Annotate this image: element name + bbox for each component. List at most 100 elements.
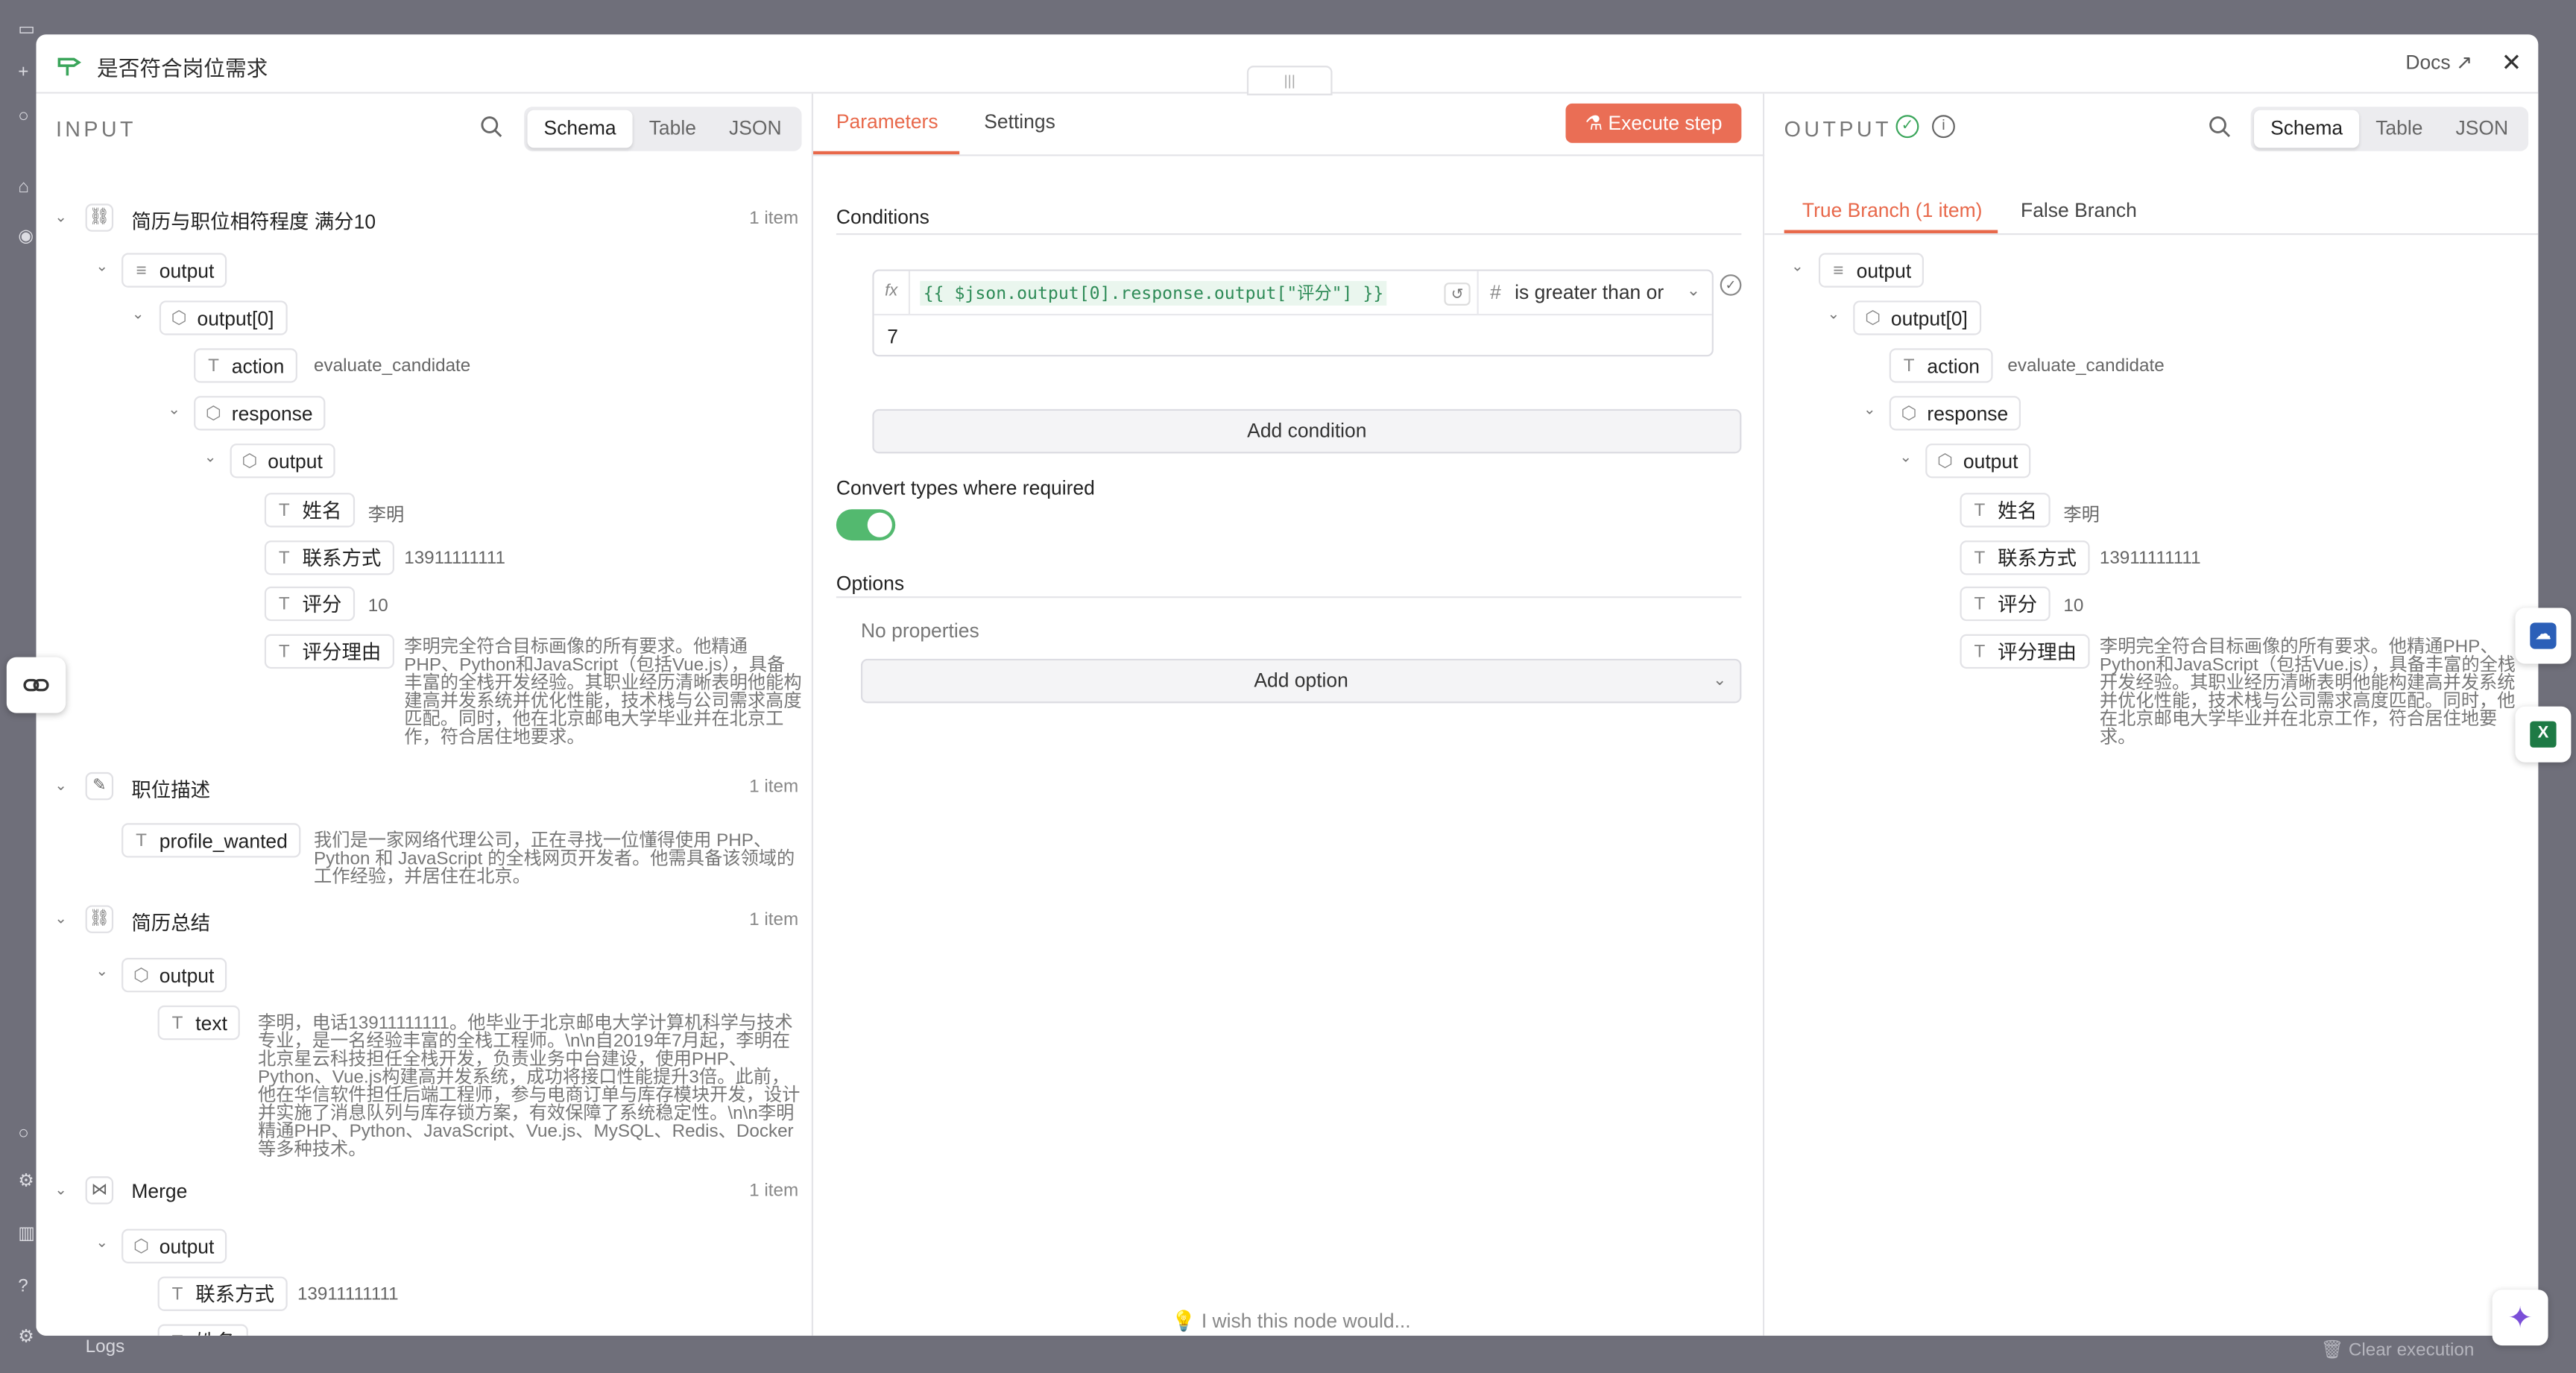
text-type-icon: T [1974, 641, 1986, 662]
condition-expression-input[interactable]: {{ $json.output[0].response.output["评分"]… [920, 280, 1387, 306]
sidebar-toggle-icon[interactable]: ▭ [18, 19, 37, 39]
execute-step-button[interactable]: ⚗ Execute step [1565, 103, 1742, 143]
tab-true-branch[interactable]: True Branch (1 item) [1802, 199, 1983, 222]
condition-row: fx {{ $json.output[0].response.output["评… [872, 269, 1714, 357]
tab-schema[interactable]: Schema [2254, 110, 2360, 148]
help-icon[interactable]: ○ [18, 1124, 37, 1143]
schema-field[interactable]: T姓名 [264, 493, 356, 528]
parameters-panel: Parameters Settings ⚗ Execute step Condi… [811, 93, 1767, 1336]
field-value: 李明完全符合目标画像的所有要求。他精通PHP、Python和JavaScript… [404, 637, 802, 748]
field-value: 李明 [367, 505, 405, 526]
excel-icon: X [2530, 721, 2557, 748]
logs-label[interactable]: Logs [86, 1337, 125, 1357]
settings-icon[interactable]: ⚙ [18, 1172, 37, 1191]
plus-icon[interactable]: + [18, 63, 37, 82]
tab-json[interactable]: JSON [713, 110, 798, 148]
schema-field[interactable]: T 联系方式 [1960, 540, 2090, 575]
chevron-down-icon[interactable]: ⌄ [1898, 449, 1914, 467]
excel-extension-button[interactable]: X [2515, 706, 2572, 763]
cube-icon: ⬡ [1901, 404, 1917, 424]
add-condition-button[interactable]: Add condition [872, 408, 1742, 454]
schema-field[interactable]: T 评分理由 [264, 634, 395, 669]
chevron-down-icon[interactable]: ⌄ [53, 1181, 69, 1199]
gear-icon[interactable]: ⚙ [18, 1328, 37, 1347]
add-option-select[interactable]: Add option ⌄ [860, 658, 1742, 704]
schema-field[interactable]: Taction [194, 348, 298, 383]
feedback-link[interactable]: 💡 I wish this node would... [1172, 1310, 1411, 1333]
schema-field[interactable]: ⬡ output [121, 1228, 227, 1263]
chevron-down-icon[interactable]: ⌄ [53, 910, 69, 928]
node-modal: 是否符合岗位需求 Docs ↗ ✕ INPUT Schema Table JSO… [36, 34, 2539, 1336]
reset-icon[interactable]: ↺ [1444, 283, 1471, 306]
docs-link[interactable]: Docs ↗ [2405, 51, 2472, 74]
cloud-extension-button[interactable]: ☁ [2515, 607, 2572, 664]
panel-drag-handle[interactable]: ||| [1246, 66, 1333, 95]
chevron-down-icon[interactable]: ⌄ [1861, 401, 1878, 419]
schema-field[interactable]: T 联系方式 [157, 1276, 288, 1311]
chevron-down-icon[interactable]: ⌄ [202, 449, 218, 467]
schema-field[interactable]: ⬡ output [1925, 444, 2032, 479]
schema-field[interactable]: ⬡ response [194, 396, 326, 431]
chevron-down-icon[interactable]: ⌄ [130, 306, 146, 323]
schema-field[interactable]: ⬡ output [121, 957, 227, 993]
schema-field[interactable]: Ttext [157, 1005, 241, 1041]
schema-field[interactable]: T姓名 [1960, 493, 2051, 528]
info-icon[interactable]: i [1932, 115, 1955, 139]
schema-field[interactable]: ⬡ output [230, 444, 336, 479]
tab-json[interactable]: JSON [2439, 110, 2525, 148]
if-node-icon [57, 57, 81, 76]
schema-field[interactable]: Taction [1889, 348, 1993, 383]
tab-table[interactable]: Table [633, 110, 713, 148]
input-title: INPUT [55, 116, 136, 142]
schema-field[interactable]: T 评分理由 [1960, 634, 2090, 669]
divider [813, 154, 1767, 157]
node-title[interactable]: 是否符合岗位需求 [97, 51, 268, 82]
item-count: 1 item [749, 1181, 799, 1202]
chevron-down-icon[interactable]: ⌄ [53, 777, 69, 795]
chevron-down-icon[interactable]: ⌄ [1789, 258, 1805, 276]
condition-value-input[interactable]: 7 [887, 325, 898, 348]
item-count: 1 item [749, 910, 799, 930]
tab-parameters[interactable]: Parameters [836, 110, 938, 133]
chevron-down-icon[interactable]: ⌄ [166, 401, 183, 419]
schema-field[interactable]: T 评分 [264, 586, 356, 622]
question-icon[interactable]: ? [18, 1277, 37, 1296]
chart-icon[interactable]: ▥ [18, 1224, 37, 1243]
schema-field[interactable]: ⬡ response [1889, 396, 2021, 431]
merge-icon: ⋈ [85, 1176, 114, 1205]
tab-settings[interactable]: Settings [984, 110, 1055, 133]
schema-field[interactable]: ⬡ output[0] [159, 300, 288, 335]
chevron-down-icon[interactable]: ⌄ [94, 963, 110, 981]
schema-field[interactable]: Tprofile_wanted [121, 823, 301, 858]
close-button[interactable]: ✕ [2501, 48, 2522, 77]
chevron-down-icon[interactable]: ⌄ [94, 1234, 110, 1252]
tab-table[interactable]: Table [2359, 110, 2439, 148]
chevron-down-icon[interactable]: ⌄ [1825, 306, 1842, 323]
schema-field[interactable]: T姓名 [157, 1324, 248, 1336]
chevron-down-icon[interactable]: ⌄ [53, 209, 69, 227]
check-circle-icon[interactable]: ✓ [1720, 274, 1742, 296]
ai-assistant-button[interactable]: ✦ [2492, 1290, 2548, 1346]
tab-false-branch[interactable]: False Branch [2021, 199, 2137, 222]
schema-field[interactable]: T 联系方式 [264, 540, 395, 575]
clear-execution-button[interactable]: 🗑 Clear execution [2320, 1339, 2474, 1360]
search-icon[interactable] [480, 115, 503, 138]
user-icon[interactable]: ◉ [18, 227, 37, 246]
tab-schema[interactable]: Schema [527, 110, 633, 148]
schema-field[interactable]: ≡ output [1818, 253, 1925, 288]
divider [1764, 233, 2539, 236]
cube-icon: ⬡ [133, 966, 150, 986]
link-toggle-button[interactable] [6, 657, 66, 713]
convert-types-toggle[interactable] [836, 509, 896, 541]
cube-icon: ⬡ [1865, 309, 1881, 329]
schema-field[interactable]: ≡ output [121, 253, 227, 288]
link-icon [23, 678, 49, 692]
home-icon[interactable]: ⌂ [18, 177, 37, 197]
search-icon[interactable]: ○ [18, 107, 37, 126]
input-view-toggle: Schema Table JSON [524, 107, 802, 151]
chevron-down-icon[interactable]: ⌄ [94, 258, 110, 276]
schema-field[interactable]: T 评分 [1960, 586, 2051, 622]
operator-select[interactable]: # is greater than or ⌄ [1477, 271, 1713, 314]
search-icon[interactable] [2208, 115, 2231, 138]
schema-field[interactable]: ⬡ output[0] [1853, 300, 1981, 335]
